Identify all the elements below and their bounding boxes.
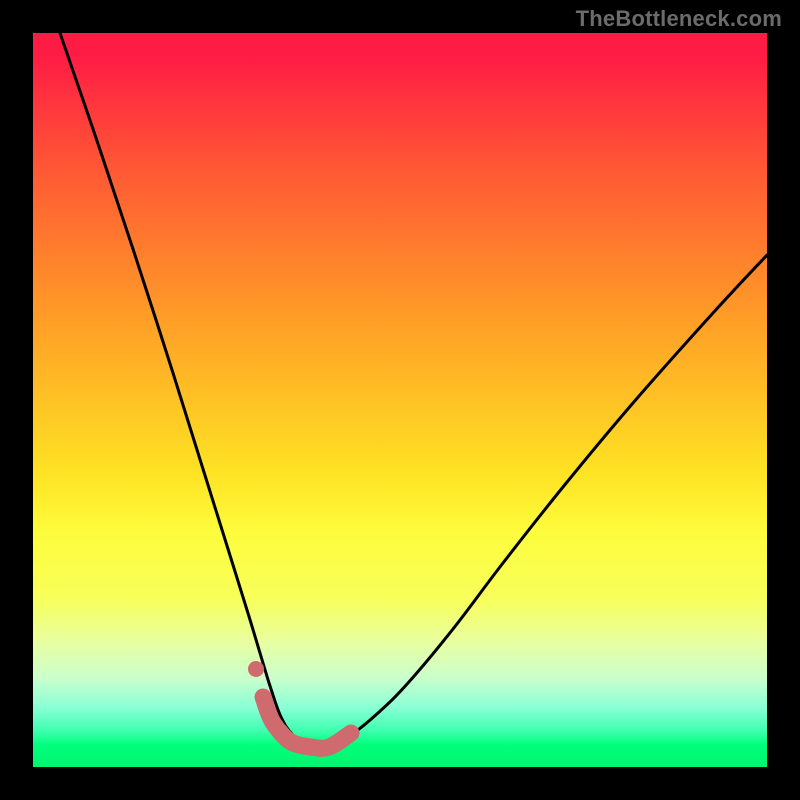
watermark-text: TheBottleneck.com <box>576 6 782 32</box>
optimal-dot <box>248 661 264 677</box>
bottleneck-curve <box>60 33 767 749</box>
chart-plot-area <box>33 33 767 767</box>
chart-svg <box>33 33 767 767</box>
